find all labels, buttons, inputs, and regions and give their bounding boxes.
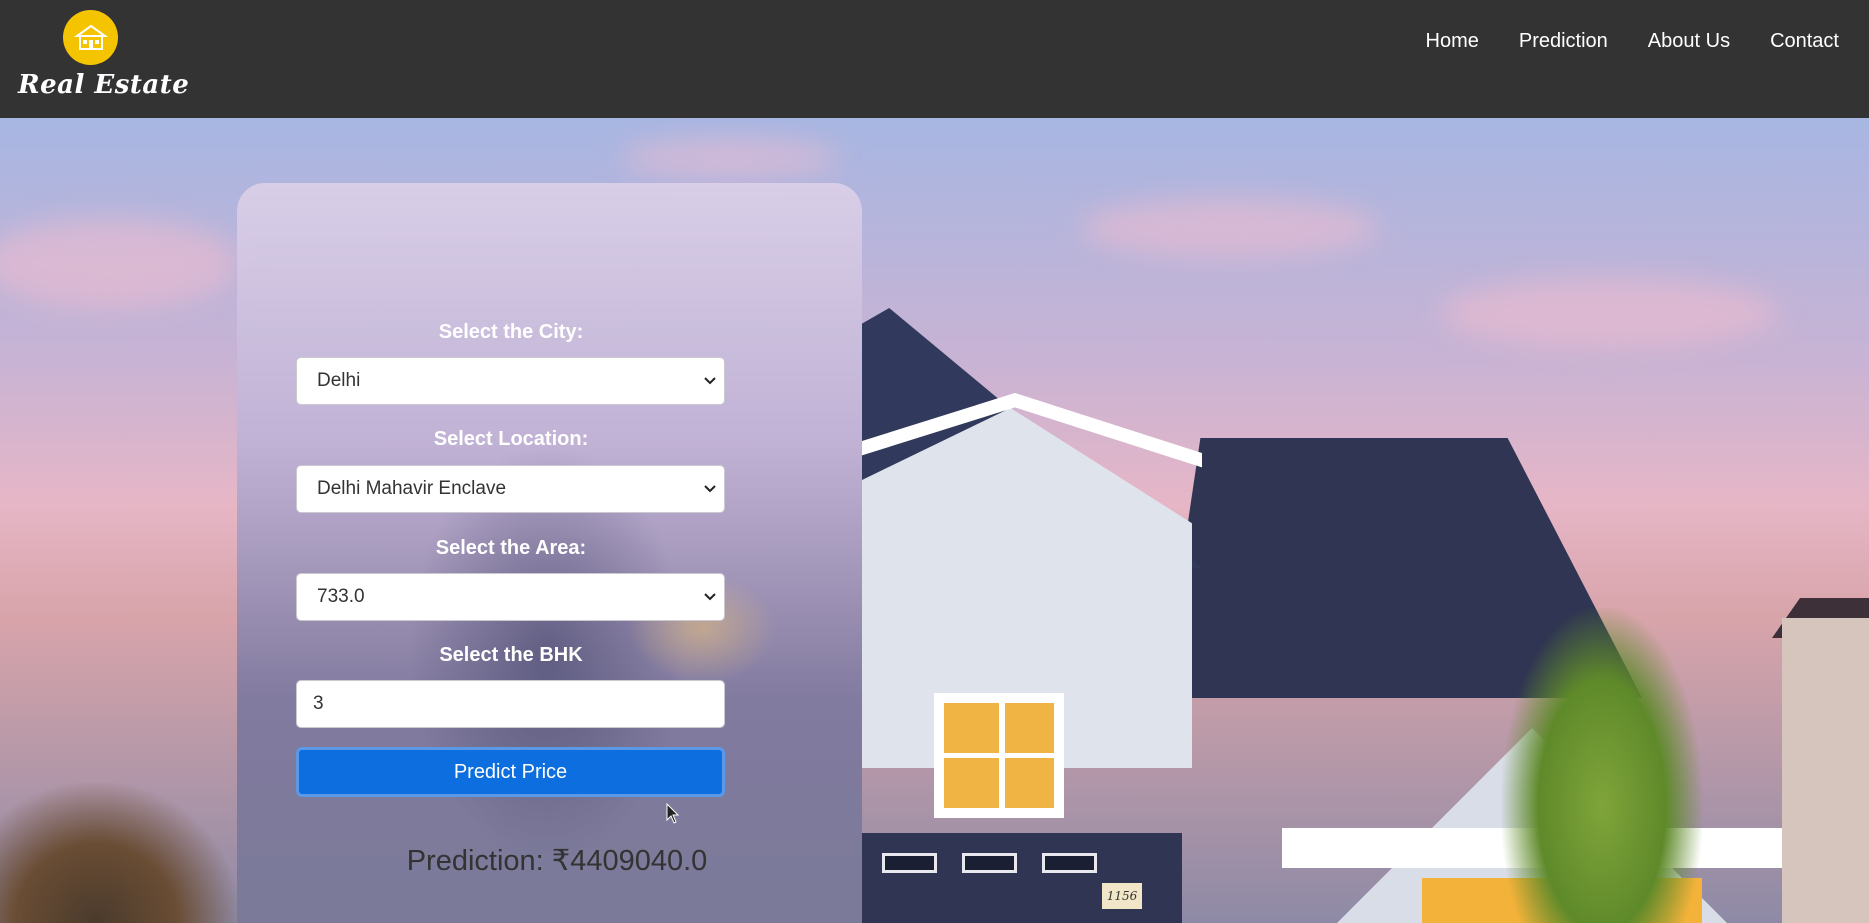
tree-right [1502, 608, 1702, 923]
sky-cloud [620, 138, 840, 178]
garage-window [962, 853, 1017, 873]
top-navbar: Real Estate Home Prediction About Us Con… [0, 0, 1869, 118]
sky-cloud [1080, 198, 1380, 258]
bhk-label: Select the BHK [439, 644, 583, 666]
garage [862, 833, 1182, 923]
city-select-value: Delhi [317, 370, 361, 391]
chevron-down-icon [704, 377, 716, 385]
predict-price-button[interactable]: Predict Price [296, 747, 725, 797]
prediction-result: Prediction: ₹4409040.0 [406, 845, 708, 877]
location-label: Select Location: [433, 428, 589, 450]
area-label: Select the Area: [435, 537, 587, 559]
sky-cloud [0, 218, 240, 308]
house-illustration: 1156 [862, 308, 1869, 923]
nav-contact[interactable]: Contact [1770, 30, 1839, 53]
logo-badge[interactable] [63, 10, 118, 65]
neighbor-house [1782, 618, 1869, 923]
chevron-down-icon [704, 485, 716, 493]
mouse-cursor-icon [666, 803, 680, 824]
bhk-input[interactable]: 3 [296, 680, 725, 728]
bhk-input-value: 3 [313, 693, 324, 714]
nav-home[interactable]: Home [1426, 30, 1479, 53]
prediction-form-panel: Select the City: Delhi Select Location: … [237, 183, 862, 923]
city-label: Select the City: [438, 321, 584, 343]
area-select-value: 733.0 [317, 586, 365, 607]
area-select[interactable]: 733.0 [296, 573, 725, 621]
city-select[interactable]: Delhi [296, 357, 725, 405]
garage-window [882, 853, 937, 873]
garage-window [1042, 853, 1097, 873]
house-window [934, 693, 1064, 818]
main-nav: Home Prediction About Us Contact [1426, 30, 1840, 53]
location-select-value: Delhi Mahavir Enclave [317, 478, 507, 499]
trees-left [0, 783, 240, 923]
house-logo-icon [73, 24, 108, 50]
location-select[interactable]: Delhi Mahavir Enclave [296, 465, 725, 513]
nav-prediction[interactable]: Prediction [1519, 30, 1608, 53]
nav-about-us[interactable]: About Us [1648, 30, 1730, 53]
house-number: 1156 [1102, 883, 1142, 909]
brand-name[interactable]: Real Estate [18, 70, 189, 100]
chevron-down-icon [704, 593, 716, 601]
